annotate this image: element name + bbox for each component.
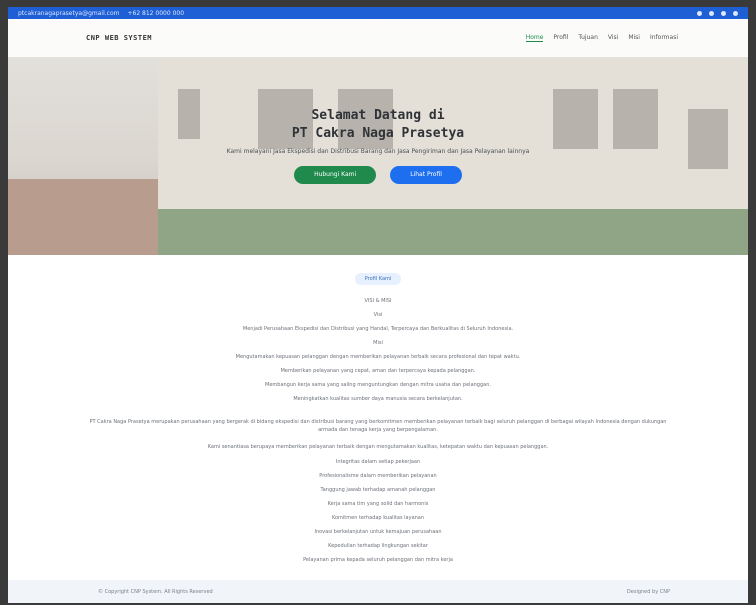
hero-subtitle: Kami melayani Jasa Ekspedisi dan Distrib… xyxy=(226,148,530,155)
visi-label: Visi xyxy=(373,312,383,318)
misi-item: Meningkatkan kualitas sumber daya manusi… xyxy=(293,396,463,402)
value-item: Integritas dalam setiap pekerjaan xyxy=(335,459,421,465)
contact-phone: +62 812 0000 000 xyxy=(127,9,185,17)
hero-title-line1: Selamat Datang di xyxy=(311,108,445,123)
nav-item-misi[interactable]: Misi xyxy=(628,34,640,42)
instagram-icon[interactable] xyxy=(721,10,726,16)
nav-item-profil[interactable]: Profil xyxy=(553,34,568,42)
value-item: Kerja sama tim yang solid dan harmonis xyxy=(327,501,429,507)
value-item: Inovasi berkelanjutan untuk kemajuan per… xyxy=(314,529,442,535)
value-item: Profesionalisme dalam memberikan pelayan… xyxy=(319,473,437,479)
site-footer: © Copyright CNP System. All Rights Reser… xyxy=(8,580,748,603)
social-links xyxy=(697,10,738,16)
intro-paragraph: PT Cakra Naga Prasetya merupakan perusah… xyxy=(89,419,667,433)
values-intro: Kami senantiasa berupaya memberikan pela… xyxy=(207,444,549,450)
section-heading: VISI & MISI xyxy=(364,298,392,304)
section-pill: Profil Kami xyxy=(354,273,402,285)
value-item: Pelayanan prima kepada seluruh pelanggan… xyxy=(303,557,453,563)
nav-item-visi[interactable]: Visi xyxy=(608,34,618,42)
main-navbar: CNP WEB SYSTEM Home Profil Tujuan Visi M… xyxy=(8,19,748,57)
site-brand[interactable]: CNP WEB SYSTEM xyxy=(86,34,152,42)
facebook-icon[interactable] xyxy=(709,10,714,16)
contact-email[interactable]: ptcakranagaprasetya@gmail.com xyxy=(18,10,119,17)
misi-item: Mengutamakan kepuasan pelanggan dengan m… xyxy=(235,354,521,360)
value-item: Kepedulian terhadap lingkungan sekitar xyxy=(328,543,428,549)
twitter-icon[interactable] xyxy=(697,10,702,16)
value-item: Komitmen terhadap kualitas layanan xyxy=(331,515,425,521)
footer-copyright: © Copyright CNP System. All Rights Reser… xyxy=(98,588,213,595)
footer-credit[interactable]: Designed by CNP xyxy=(627,589,670,595)
misi-item: Memberikan pelayanan yang cepat, aman da… xyxy=(280,368,476,374)
nav-item-tujuan[interactable]: Tujuan xyxy=(578,34,598,42)
misi-item: Membangun kerja sama yang saling mengunt… xyxy=(265,382,491,388)
value-item: Tanggung jawab terhadap amanah pelanggan xyxy=(320,487,436,493)
misi-label: Misi xyxy=(373,340,383,346)
profile-button[interactable]: Lihat Profil xyxy=(390,166,462,184)
hero-title-line2: PT Cakra Naga Prasetya xyxy=(291,126,465,141)
nav-item-informasi[interactable]: Informasi xyxy=(650,34,678,42)
about-section: Profil Kami VISI & MISI Visi Menjadi Per… xyxy=(8,265,748,572)
browser-viewport: ptcakranagaprasetya@gmail.com +62 812 00… xyxy=(8,7,748,603)
visi-text: Menjadi Perusahaan Ekspedisi dan Distrib… xyxy=(242,326,514,332)
contact-button[interactable]: Hubungi Kami xyxy=(294,166,377,184)
nav-menu: Home Profil Tujuan Visi Misi Informasi xyxy=(525,34,678,42)
linkedin-icon[interactable] xyxy=(733,10,738,16)
nav-item-home[interactable]: Home xyxy=(525,34,544,42)
contact-topbar: ptcakranagaprasetya@gmail.com +62 812 00… xyxy=(8,7,748,19)
hero-content: Selamat Datang di PT Cakra Naga Prasetya… xyxy=(8,107,748,184)
